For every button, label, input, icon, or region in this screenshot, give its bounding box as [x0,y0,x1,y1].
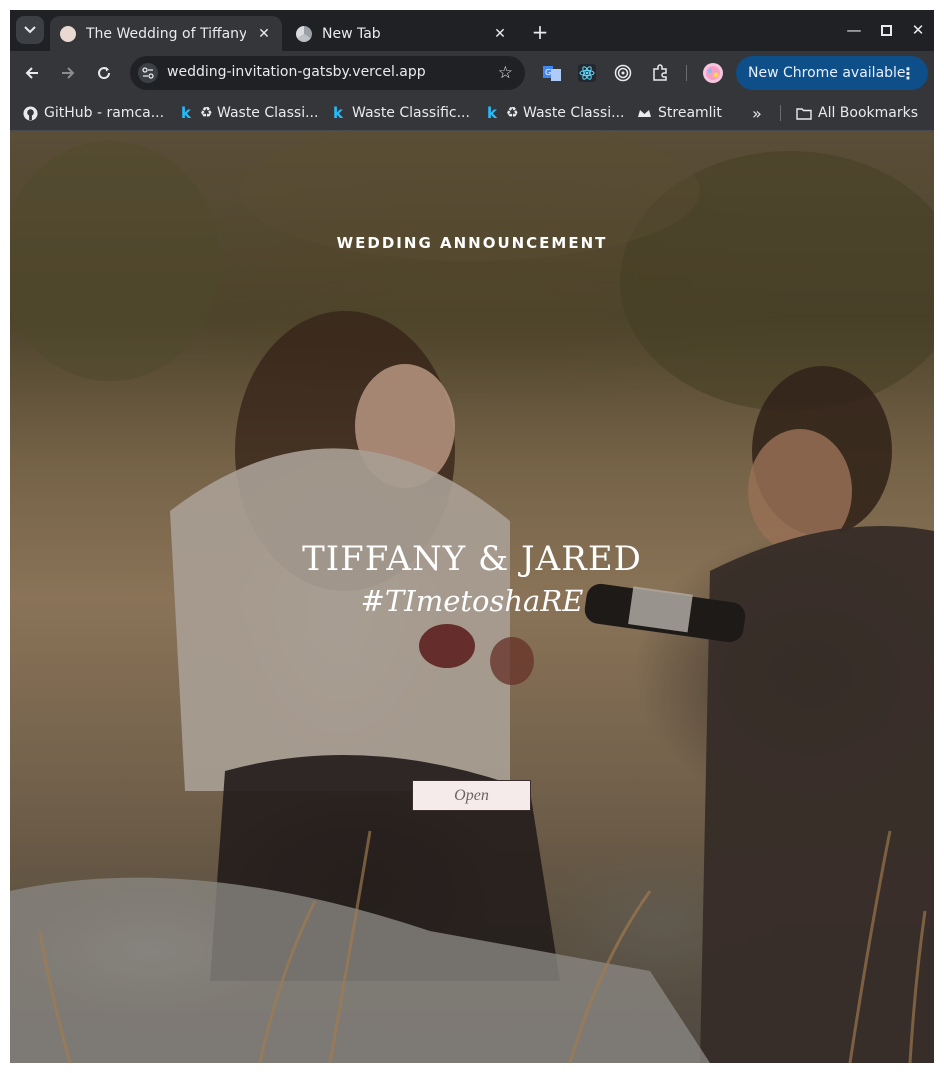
github-icon [22,105,38,121]
bookmark-label: ♻ Waste Classi... [506,105,625,121]
more-options-icon[interactable]: ⋮ [900,64,916,83]
kaggle-icon: k [487,104,497,122]
url-text: wedding-invitation-gatsby.vercel.app [167,64,426,80]
bookmark-waste-3[interactable]: k ♻ Waste Classi... [484,104,624,122]
back-icon[interactable] [20,61,44,85]
close-icon[interactable]: ✕ [490,24,510,44]
announcement-heading: WEDDING ANNOUNCEMENT [336,234,608,252]
all-bookmarks-button[interactable]: All Bookmarks [796,104,918,122]
target-extension-icon[interactable] [613,63,633,83]
bookmark-github[interactable]: GitHub - ramca... [22,104,164,122]
folder-icon [796,105,812,121]
svg-text:G: G [545,68,551,77]
tab-wedding[interactable]: The Wedding of Tiffany & Jared ✕ [50,16,282,51]
bookmark-label: GitHub - ramca... [44,105,165,121]
address-bar[interactable]: wedding-invitation-gatsby.vercel.app ☆ [130,56,525,90]
wedding-hashtag: #TImetoshaRE [360,584,584,618]
bookmarks-bar: GitHub - ramca... k ♻ Waste Classi... k … [10,95,934,131]
reload-icon[interactable] [92,61,116,85]
extensions-puzzle-icon[interactable] [650,63,670,83]
bookmark-label: Streamlit [658,105,722,121]
toolbar: wedding-invitation-gatsby.vercel.app ☆ G… [10,51,934,95]
react-devtools-icon[interactable] [577,63,597,83]
forward-icon[interactable] [56,61,80,85]
bookmark-label: All Bookmarks [818,105,919,121]
tab-title: New Tab [322,25,381,42]
translate-extension-icon[interactable]: G [542,63,562,83]
bookmark-waste-1[interactable]: k ♻ Waste Classi... [178,104,318,122]
kaggle-icon: k [333,104,343,122]
kaggle-icon: k [181,104,191,122]
streamlit-icon [636,105,652,121]
tab-strip: The Wedding of Tiffany & Jared ✕ New Tab… [10,10,934,51]
bookmark-label: ♻ Waste Classi... [200,105,319,121]
hero-section: WEDDING ANNOUNCEMENT TIFFANY & JARED #TI… [10,131,934,1063]
bookmark-star-icon[interactable]: ☆ [498,63,513,83]
open-invitation-button[interactable]: Open [412,780,531,811]
maximize-icon[interactable] [872,18,900,42]
wedding-favicon-icon [60,25,76,42]
toolbar-divider [686,65,687,81]
new-tab-button[interactable]: + [528,20,552,44]
tab-new-tab[interactable]: New Tab ✕ [286,16,518,51]
minimize-icon[interactable]: — [840,18,868,42]
close-icon[interactable]: ✕ [254,24,274,44]
bookmarks-divider [780,105,781,121]
chevron-down-icon [24,26,36,34]
chrome-update-button[interactable]: New Chrome available ⋮ [736,56,928,90]
browser-window: The Wedding of Tiffany & Jared ✕ New Tab… [10,10,934,1063]
bookmark-label: Waste Classific... [352,105,470,121]
couple-names: TIFFANY & JARED [302,539,642,579]
bookmarks-overflow-icon[interactable]: » [752,104,762,123]
site-settings-icon[interactable] [138,63,158,83]
update-label: New Chrome available [748,65,906,81]
profile-avatar-icon[interactable] [703,63,723,83]
tab-search-button[interactable] [16,16,44,44]
close-window-icon[interactable]: ✕ [904,18,932,42]
bookmark-streamlit[interactable]: Streamlit [636,104,722,122]
tab-title: The Wedding of Tiffany & Jared [86,25,246,42]
bookmark-waste-2[interactable]: k Waste Classific... [330,104,470,122]
chrome-icon [296,25,312,42]
